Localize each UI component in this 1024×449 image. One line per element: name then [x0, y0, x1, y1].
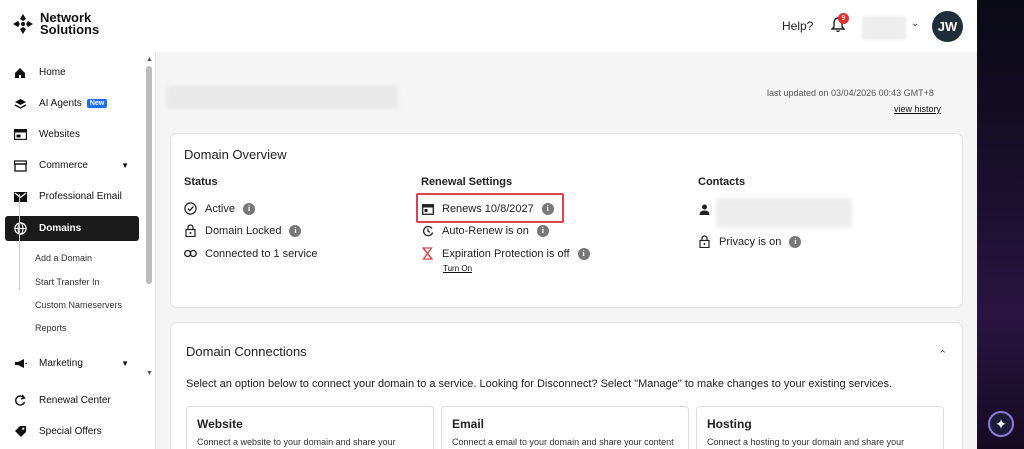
scroll-up-arrow-icon[interactable]: ▲ [146, 56, 153, 63]
info-icon[interactable]: i [536, 224, 549, 237]
renews-row: Renews 10/8/2027 i [421, 202, 554, 215]
auto-renew-row: Auto-Renew is on i [421, 224, 549, 237]
sidebar-item-home[interactable]: Home [5, 60, 139, 85]
sidebar-item-label: Special Offers [39, 426, 102, 437]
info-icon[interactable]: i [541, 202, 554, 215]
website-icon [13, 128, 27, 142]
notification-badge: 9 [838, 13, 849, 24]
lock-icon [184, 224, 197, 237]
assistant-sparkle-icon[interactable]: ✦ [988, 411, 1014, 437]
sidebar-item-label: Home [39, 67, 66, 78]
sidebar-item-label: AI Agents [39, 98, 82, 109]
status-title: Status [184, 176, 218, 188]
expiration-protection-row: Expiration Protection is off i [421, 247, 590, 260]
logo-mark-icon [13, 14, 33, 34]
store-icon [13, 159, 27, 173]
email-card-title: Email [452, 417, 485, 431]
desktop-background-strip [977, 0, 1024, 449]
view-history-link[interactable]: view history [894, 104, 941, 114]
sidebar-item-label: Domains [39, 223, 82, 234]
sidebar-item-commerce[interactable]: Commerce ▼ [5, 153, 139, 178]
submenu-custom-nameservers[interactable]: Custom Nameservers [35, 300, 122, 310]
top-header: Network Solutions Help? 9 ⌄ JW [0, 0, 977, 52]
sidebar-item-label: Marketing [39, 358, 83, 369]
person-icon [698, 203, 711, 216]
sidebar-item-label: Professional Email [39, 191, 122, 202]
email-card-desc: Connect a email to your domain and share… [452, 437, 674, 447]
submenu-start-transfer-in[interactable]: Start Transfer In [35, 277, 100, 287]
renews-date-text: Renews 10/8/2027 [442, 202, 534, 215]
hosting-connection-card[interactable]: Hosting Connect a hosting to your domain… [696, 406, 944, 449]
privacy-text: Privacy is on [719, 235, 782, 248]
chevron-up-icon[interactable]: ⌃ [938, 348, 947, 361]
sidebar-item-label: Commerce [39, 160, 88, 171]
megaphone-icon [13, 357, 27, 371]
sidebar-item-label: Renewal Center [39, 395, 111, 406]
sidebar-item-professional-email[interactable]: Professional Email [5, 184, 139, 209]
app-window: Network Solutions Help? 9 ⌄ JW Home AI A… [0, 0, 977, 449]
info-icon[interactable]: i [789, 235, 802, 248]
sidebar-item-special-offers[interactable]: Special Offers [5, 419, 139, 444]
info-icon[interactable]: i [242, 202, 255, 215]
caret-down-icon: ▼ [121, 359, 129, 368]
status-locked-row: Domain Locked i [184, 224, 302, 237]
avatar[interactable]: JW [932, 11, 963, 42]
info-icon[interactable]: i [577, 247, 590, 260]
lock-icon [698, 235, 711, 248]
contacts-title: Contacts [698, 176, 746, 188]
account-selector-blurred[interactable] [862, 16, 906, 40]
domain-name-blurred [166, 85, 398, 109]
sidebar-scrollbar[interactable] [146, 66, 152, 284]
calendar-icon [421, 202, 434, 215]
layers-icon [13, 97, 27, 111]
turn-on-link[interactable]: Turn On [443, 264, 472, 273]
scroll-down-arrow-icon[interactable]: ▼ [146, 370, 153, 377]
sidebar-item-renewal-center[interactable]: Renewal Center [5, 388, 139, 413]
website-card-desc: Connect a website to your domain and sha… [197, 437, 396, 447]
logo[interactable]: Network Solutions [12, 10, 100, 37]
sidebar-item-marketing[interactable]: Marketing ▼ [5, 351, 139, 376]
status-connected-row: Connected to 1 service [184, 247, 318, 260]
domain-connections-title: Domain Connections [186, 344, 307, 359]
expiration-protection-text: Expiration Protection is off [442, 247, 570, 260]
email-connection-card[interactable]: Email Connect a email to your domain and… [441, 406, 689, 449]
info-icon[interactable]: i [289, 224, 302, 237]
hosting-card-desc: Connect a hosting to your domain and sha… [707, 437, 905, 447]
privacy-row: Privacy is on i [698, 235, 802, 248]
connections-description: Select an option below to connect your d… [186, 378, 893, 390]
submenu-add-domain[interactable]: Add a Domain [35, 253, 92, 263]
mail-icon [13, 190, 27, 204]
status-active-text: Active [205, 202, 235, 215]
logo-text: Network Solutions [40, 10, 100, 37]
auto-renew-icon [421, 224, 434, 237]
refresh-icon [13, 394, 27, 408]
sidebar-item-label: Websites [39, 129, 80, 140]
globe-icon [13, 222, 27, 236]
tag-icon [13, 425, 27, 439]
caret-down-icon: ▼ [121, 161, 129, 170]
check-circle-icon [184, 202, 197, 215]
contact-name-blurred [716, 198, 852, 228]
last-updated-text: last updated on 03/04/2026 00:43 GMT+8 [767, 88, 934, 98]
domain-overview-title: Domain Overview [184, 147, 287, 162]
new-badge: New [86, 99, 108, 108]
website-connection-card[interactable]: Website Connect a website to your domain… [186, 406, 434, 449]
sidebar-item-ai-agents[interactable]: AI Agents New [5, 91, 139, 116]
help-link[interactable]: Help? [782, 19, 813, 33]
submenu-reports[interactable]: Reports [35, 323, 67, 333]
renewal-settings-title: Renewal Settings [421, 176, 513, 188]
sidebar-item-websites[interactable]: Websites [5, 122, 139, 147]
website-card-title: Website [197, 417, 243, 431]
status-locked-text: Domain Locked [205, 224, 282, 237]
status-connected-text: Connected to 1 service [205, 247, 318, 260]
status-active-row: Active i [184, 202, 255, 215]
chevron-down-icon[interactable]: ⌄ [911, 18, 919, 29]
sidebar-item-domains[interactable]: Domains [5, 216, 139, 241]
domains-submenu-line [19, 194, 20, 290]
link-icon [184, 247, 197, 260]
home-icon [13, 66, 27, 80]
auto-renew-text: Auto-Renew is on [442, 224, 529, 237]
hosting-card-title: Hosting [707, 417, 752, 431]
hourglass-off-icon [421, 247, 434, 260]
